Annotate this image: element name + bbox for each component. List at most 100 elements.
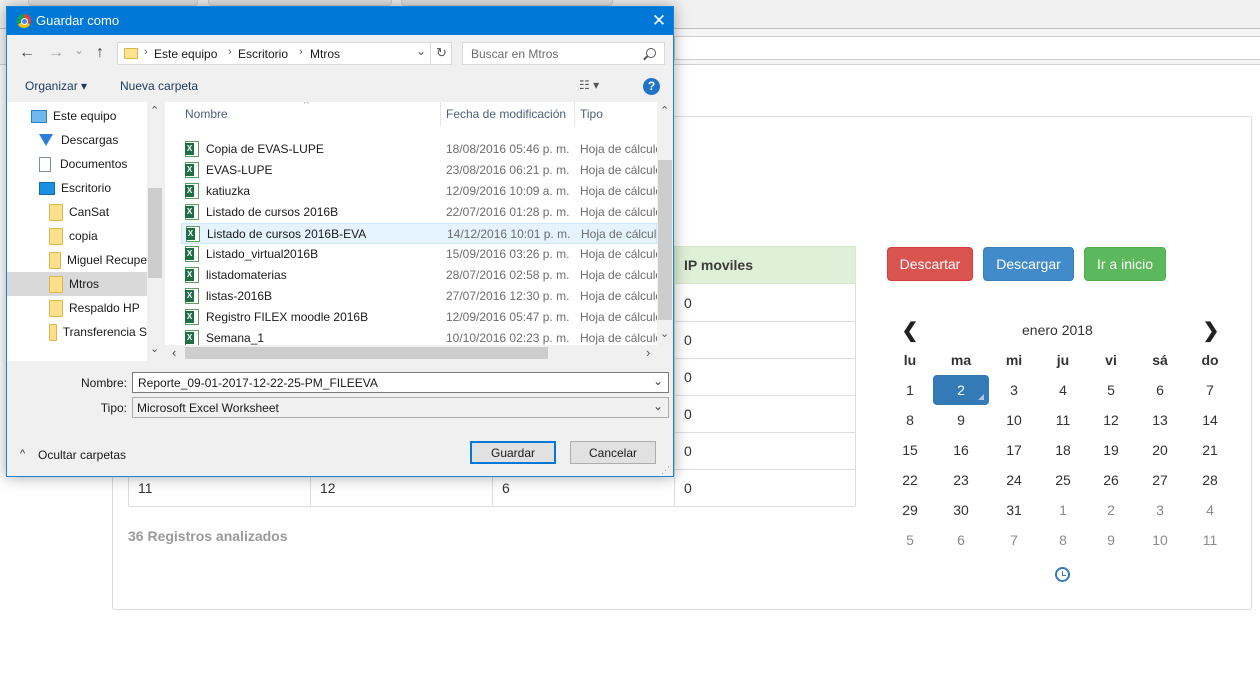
file-row[interactable]: katiuzka 12/09/2016 10:09 a. m. Hoja de cá… <box>181 181 662 202</box>
calendar-day[interactable]: 7 <box>989 525 1039 555</box>
calendar-day[interactable]: 25 <box>1038 465 1088 495</box>
calendar-day[interactable]: 23 <box>936 465 986 495</box>
column-separator[interactable] <box>574 102 575 126</box>
calendar-day[interactable]: 26 <box>1086 465 1136 495</box>
search-icon[interactable] <box>646 48 656 58</box>
calendar-day[interactable]: 2 <box>1086 495 1136 525</box>
calendar-day[interactable]: 9 <box>936 405 986 435</box>
calendar-day[interactable]: 19 <box>1086 435 1136 465</box>
calendar-day[interactable]: 4 <box>1038 375 1088 405</box>
file-row[interactable]: listas-2016B 27/07/2016 12:30 p. m. Hoja d… <box>181 286 662 307</box>
file-row[interactable]: Registro FILEX moodle 2016B 12/09/2016 05… <box>181 307 662 328</box>
calendar-day[interactable]: 20 <box>1135 435 1185 465</box>
column-separator[interactable] <box>440 102 441 126</box>
calendar-day[interactable]: 14 <box>1185 405 1235 435</box>
calendar-day[interactable]: 15 <box>885 435 935 465</box>
organize-menu[interactable]: Organizar ▾ <box>25 79 87 93</box>
chevron-up-icon[interactable]: ^ <box>20 448 25 460</box>
calendar-day[interactable]: 13 <box>1135 405 1185 435</box>
calendar-day[interactable]: 22 <box>885 465 935 495</box>
address-bar[interactable] <box>674 36 1260 60</box>
filetype-select[interactable]: Microsoft Excel Worksheet ⌄ <box>132 397 669 418</box>
tree-item[interactable]: Documentos <box>7 152 147 176</box>
search-input[interactable]: Buscar en Mtros <box>462 42 665 65</box>
file-row[interactable]: Listado de cursos 2016B-EVA 14/12/2016 10… <box>181 223 663 244</box>
tree-item[interactable]: Descargas <box>7 128 147 152</box>
view-options-icon[interactable]: ☷ ▾ <box>579 78 599 92</box>
calendar-day[interactable]: 29 <box>885 495 935 525</box>
next-month-icon[interactable]: ❯ <box>1201 318 1221 343</box>
discard-button[interactable]: Descartar <box>887 247 973 281</box>
prev-month-icon[interactable]: ❮ <box>900 318 920 343</box>
chevron-down-icon[interactable]: ⌄ <box>653 374 663 388</box>
calendar-day[interactable]: 5 <box>1086 375 1136 405</box>
new-folder-button[interactable]: Nueva carpeta <box>120 79 198 93</box>
hide-folders-toggle[interactable]: Ocultar carpetas <box>38 448 126 462</box>
file-list-vscrollbar[interactable]: ⌃ ⌄ <box>657 102 673 345</box>
calendar-day[interactable]: 10 <box>989 405 1039 435</box>
calendar-day[interactable]: 27 <box>1135 465 1185 495</box>
file-list-hscrollbar[interactable]: ‹ › <box>165 345 673 361</box>
scroll-left-icon[interactable]: ‹ <box>172 345 176 360</box>
tree-item[interactable]: Miguel Recupe <box>7 248 147 272</box>
calendar-day[interactable]: 9 <box>1086 525 1136 555</box>
calendar-day[interactable]: 7 <box>1185 375 1235 405</box>
file-row[interactable]: Copia de EVAS-LUPE 18/08/2016 05:46 p. m.… <box>181 139 662 160</box>
calendar-day[interactable]: 4 <box>1185 495 1235 525</box>
tree-scrollbar[interactable]: ⌃ ⌄ <box>147 102 163 361</box>
breadcrumb-este-equipo[interactable]: Este equipo <box>154 47 217 61</box>
up-arrow-icon[interactable]: ↑ <box>90 43 110 63</box>
calendar-day[interactable]: 16 <box>936 435 986 465</box>
tree-item[interactable]: copia <box>7 224 147 248</box>
scroll-down-icon[interactable]: ⌄ <box>660 327 669 340</box>
file-row[interactable]: EVAS-LUPE 23/08/2016 06:21 p. m. Hoja de c… <box>181 160 662 181</box>
calendar-day[interactable]: 5 <box>885 525 935 555</box>
calendar-day[interactable]: 10 <box>1135 525 1185 555</box>
file-row[interactable]: listadomaterias 28/07/2016 02:58 p. m. Hoj… <box>181 265 662 286</box>
refresh-icon[interactable]: ↻ <box>436 45 447 61</box>
breadcrumb-separator[interactable]: › <box>299 46 303 58</box>
clock-icon[interactable] <box>1055 567 1070 582</box>
file-row[interactable]: Listado de cursos 2016B 22/07/2016 01:28 … <box>181 202 662 223</box>
calendar-day[interactable]: 31 <box>989 495 1039 525</box>
calendar-day[interactable]: 17 <box>989 435 1039 465</box>
calendar-day[interactable]: 18 <box>1038 435 1088 465</box>
download-button[interactable]: Descargar <box>983 247 1074 281</box>
column-name[interactable]: Nombre <box>185 102 228 126</box>
address-dropdown-icon[interactable]: ⌄ <box>416 44 426 58</box>
calendar-day[interactable]: 30 <box>936 495 986 525</box>
back-arrow-icon[interactable]: ← <box>17 43 37 63</box>
column-date[interactable]: Fecha de modificación <box>446 102 566 126</box>
file-row[interactable]: Listado_virtual2016B 15/09/2016 03:26 p. … <box>181 244 662 265</box>
scroll-up-icon[interactable]: ⌃ <box>150 104 159 117</box>
chevron-down-icon[interactable]: ⌄ <box>653 399 663 413</box>
calendar-day[interactable]: 3 <box>1135 495 1185 525</box>
breadcrumb-mtros[interactable]: Mtros <box>310 47 340 61</box>
tree-item[interactable]: Respaldo HP <box>7 296 147 320</box>
calendar-day-selected[interactable]: 2 <box>933 375 989 405</box>
scrollbar-thumb[interactable] <box>185 347 548 359</box>
calendar-day[interactable]: 24 <box>989 465 1039 495</box>
scroll-up-icon[interactable]: ⌃ <box>660 104 669 117</box>
tree-item[interactable]: CanSat <box>7 200 147 224</box>
cancel-button[interactable]: Cancelar <box>570 441 656 464</box>
calendar-day[interactable]: 6 <box>1135 375 1185 405</box>
calendar-title[interactable]: enero 2018 <box>1022 322 1093 338</box>
scroll-right-icon[interactable]: › <box>646 345 650 360</box>
calendar-day[interactable]: 12 <box>1086 405 1136 435</box>
calendar-day[interactable]: 11 <box>1185 525 1235 555</box>
address-breadcrumb[interactable]: › Este equipo › Escritorio › Mtros ⌄ ↻ <box>117 42 452 65</box>
calendar-day[interactable]: 8 <box>885 405 935 435</box>
tree-item[interactable]: Este equipo <box>7 104 147 128</box>
calendar-day[interactable]: 28 <box>1185 465 1235 495</box>
recent-locations-icon[interactable]: ⌄ <box>69 40 89 60</box>
home-button[interactable]: Ir a inicio <box>1084 247 1166 281</box>
calendar-day[interactable]: 21 <box>1185 435 1235 465</box>
calendar-day[interactable]: 11 <box>1038 405 1088 435</box>
tree-item[interactable]: Escritorio <box>7 176 147 200</box>
calendar-day[interactable]: 8 <box>1038 525 1088 555</box>
scrollbar-thumb[interactable] <box>658 160 672 320</box>
close-icon[interactable]: ✕ <box>647 11 671 31</box>
save-button[interactable]: Guardar <box>470 441 556 464</box>
breadcrumb-escritorio[interactable]: Escritorio <box>238 47 288 61</box>
